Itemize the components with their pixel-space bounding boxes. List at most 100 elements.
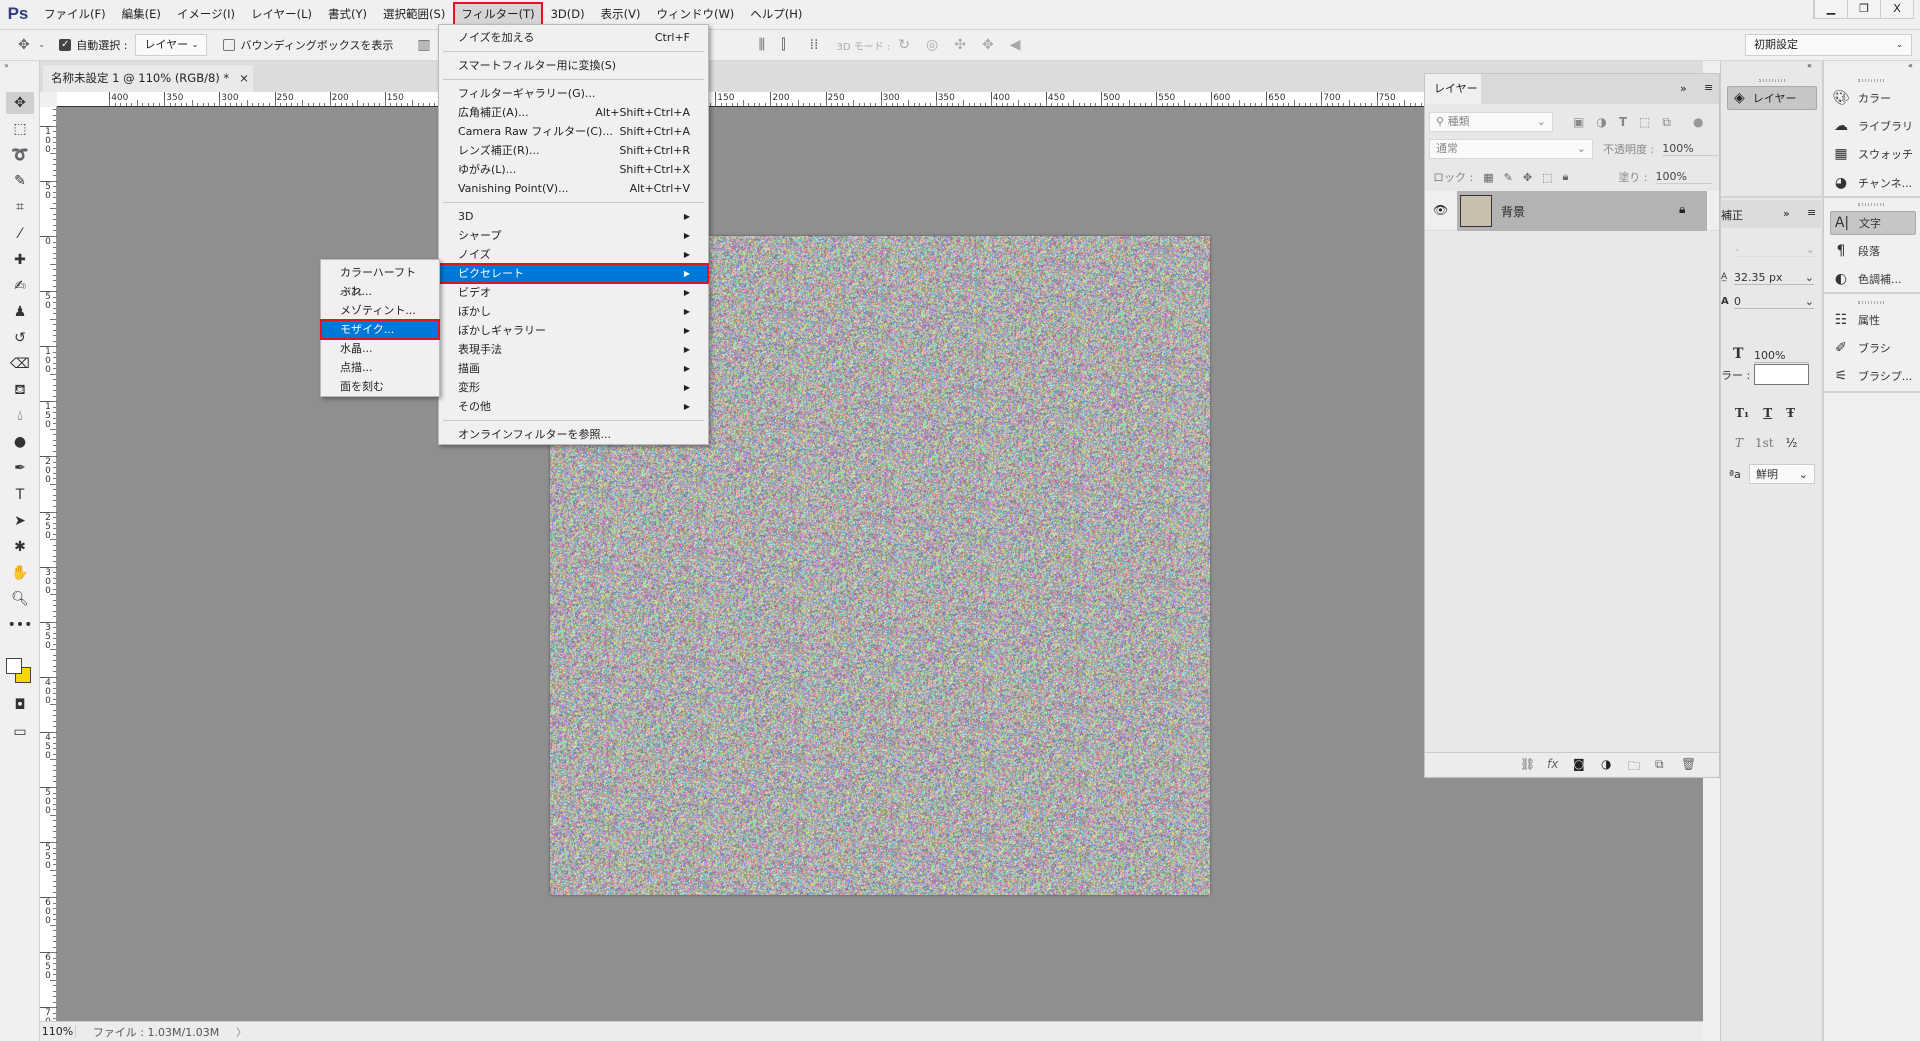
submenu-item[interactable]: 水晶... bbox=[321, 339, 439, 358]
pen-tool-icon[interactable]: ✒ bbox=[6, 457, 34, 479]
crop-tool-icon[interactable]: ⌗ bbox=[6, 196, 34, 218]
status-menu-arrow[interactable]: 〉 bbox=[236, 1024, 247, 1040]
new-layer-icon[interactable]: ⧉ bbox=[1655, 757, 1664, 772]
expand-toolbar-icon[interactable]: » bbox=[4, 61, 9, 70]
add-mask-icon[interactable]: ◙ bbox=[1573, 757, 1585, 771]
filter-menu-item[interactable]: ノイズ ▶ bbox=[439, 245, 708, 264]
3d-pan-icon[interactable]: ✣ bbox=[954, 37, 966, 53]
submenu-item[interactable]: 点描... bbox=[321, 358, 439, 377]
filter-menu-item[interactable]: その他 ▶ bbox=[439, 397, 708, 416]
delete-layer-icon[interactable]: 🗑︎ bbox=[1681, 757, 1696, 771]
dock-item-paragraph[interactable]: ¶ 段落 bbox=[1830, 239, 1916, 263]
filter-menu-item[interactable]: ゆがみ(L)... Shift+Ctrl+X bbox=[439, 160, 708, 179]
panel-menu-icon[interactable]: ≡ bbox=[1704, 81, 1713, 94]
zoom-tool-icon[interactable]: 🔍︎ bbox=[6, 588, 34, 610]
menu-4[interactable]: 書式(Y) bbox=[320, 2, 375, 26]
collapse-panel-icon[interactable]: » bbox=[1680, 82, 1687, 95]
filter-toggle[interactable]: ● bbox=[1693, 115, 1703, 129]
lasso-tool-icon[interactable]: ➰ bbox=[6, 144, 34, 166]
healing-brush-tool-icon[interactable]: ✚ bbox=[6, 249, 34, 271]
distribute-horizontal-icon[interactable]: ⫼ bbox=[759, 37, 765, 53]
close-button[interactable]: X bbox=[1880, 0, 1913, 18]
new-group-icon[interactable]: 🗀 bbox=[1628, 757, 1640, 778]
path-select-tool-icon[interactable]: ➤ bbox=[6, 510, 34, 532]
menu-2[interactable]: イメージ(I) bbox=[169, 2, 243, 26]
strikethrough-button[interactable]: Ŧ bbox=[1786, 406, 1795, 420]
lock-position-icon[interactable]: ✥ bbox=[1523, 171, 1532, 184]
filter-menu-item[interactable]: 描画 ▶ bbox=[439, 359, 708, 378]
auto-select-target-dropdown[interactable]: レイヤー ⌄ bbox=[135, 34, 208, 56]
fractions-button[interactable]: ½ bbox=[1786, 436, 1798, 450]
filter-menu-item[interactable]: ビデオ ▶ bbox=[439, 283, 708, 302]
restore-button[interactable]: ❐ bbox=[1847, 0, 1880, 18]
type-layer-filter-icon[interactable]: T bbox=[1619, 115, 1627, 129]
opacity-field[interactable]: 100% bbox=[1662, 142, 1719, 156]
dock-item-adjustments[interactable]: ◐ 色調補... bbox=[1830, 267, 1916, 291]
distribute-right-icon[interactable]: ⫿ bbox=[781, 37, 785, 53]
horizontal-scale-field[interactable]: 100% bbox=[1754, 349, 1809, 363]
layers-panel-button[interactable]: ◈ レイヤー bbox=[1727, 86, 1817, 110]
swash-button[interactable]: T bbox=[1735, 436, 1743, 450]
menu-7[interactable]: 3D(D) bbox=[543, 2, 593, 26]
panel-grip[interactable] bbox=[1858, 79, 1884, 82]
filter-menu-item[interactable]: ぼかしギャラリー ▶ bbox=[439, 321, 708, 340]
move-tool-icon[interactable]: ✥ bbox=[18, 37, 30, 53]
subscript-button[interactable]: T₁ bbox=[1735, 406, 1749, 420]
bounding-box-checkbox[interactable]: バウンディングボックスを表示 bbox=[223, 37, 393, 53]
underline-button[interactable]: T bbox=[1763, 406, 1772, 420]
layer-kind-filter-dropdown[interactable]: ⚲ 種類 ⌄ bbox=[1429, 112, 1553, 132]
font-style-dropdown[interactable]: - ⌄ bbox=[1735, 243, 1815, 257]
dock-item-grid[interactable]: ▦ スウォッチ bbox=[1830, 142, 1916, 166]
dock-item-palette[interactable]: 🎨︎ カラー bbox=[1830, 86, 1916, 110]
filter-menu-item[interactable]: ぼかし ▶ bbox=[439, 302, 708, 321]
dodge-tool-icon[interactable]: ● bbox=[6, 431, 34, 453]
foreground-color-swatch[interactable] bbox=[6, 658, 22, 674]
leading-field[interactable]: 32.35 px ⌄ bbox=[1734, 271, 1814, 285]
lock-paint-icon[interactable]: ✎ bbox=[1504, 171, 1513, 184]
minimize-button[interactable]: ▁ bbox=[1814, 0, 1847, 18]
lock-transparent-icon[interactable]: ▦ bbox=[1483, 171, 1493, 184]
submenu-item[interactable]: メゾティント... bbox=[321, 301, 439, 320]
layer-row[interactable]: 👁︎ 背景 🔒︎ bbox=[1425, 191, 1719, 231]
history-brush-tool-icon[interactable]: ↺ bbox=[6, 327, 34, 349]
dock-item-channels[interactable]: ◕ チャンネ... bbox=[1830, 171, 1916, 195]
submenu-item[interactable]: モザイク... bbox=[320, 319, 440, 340]
menu-5[interactable]: 選択範囲(S) bbox=[375, 2, 453, 26]
layer-name[interactable]: 背景 bbox=[1501, 203, 1525, 220]
panel-menu-icon[interactable]: ≡ bbox=[1807, 206, 1816, 219]
text-color-swatch[interactable] bbox=[1754, 364, 1809, 385]
filter-menu-item[interactable]: シャープ ▶ bbox=[439, 226, 708, 245]
brush-tool-icon[interactable]: ✍ bbox=[6, 275, 34, 297]
panel-grip[interactable] bbox=[1858, 203, 1884, 206]
submenu-item[interactable]: 面を刻む bbox=[321, 377, 439, 396]
eyedropper-tool-icon[interactable]: ⁄ bbox=[6, 223, 34, 245]
3d-scale-icon[interactable]: ◀ bbox=[1010, 37, 1021, 53]
visibility-eye-icon[interactable]: 👁︎ bbox=[1433, 203, 1448, 217]
tab-layers[interactable]: レイヤー bbox=[1425, 74, 1481, 104]
filter-menu-item[interactable]: レンズ補正(R)... Shift+Ctrl+R bbox=[439, 141, 708, 160]
fx-icon[interactable]: fx bbox=[1547, 757, 1558, 771]
type-tool-icon[interactable]: T bbox=[6, 484, 34, 506]
align-top-icon[interactable]: ▥ bbox=[417, 37, 430, 53]
marquee-tool-icon[interactable]: ⬚ bbox=[6, 118, 34, 140]
dock-item-cc-libraries[interactable]: ☁ ライブラリ bbox=[1830, 114, 1916, 138]
menu-3[interactable]: レイヤー(L) bbox=[243, 2, 320, 26]
menu-8[interactable]: 表示(V) bbox=[593, 2, 649, 26]
pixel-layer-filter-icon[interactable]: ▣ bbox=[1573, 115, 1584, 129]
menu-6[interactable]: フィルター(T) bbox=[453, 1, 543, 26]
chevron-down-icon[interactable]: ⌄ bbox=[38, 40, 46, 50]
shape-layer-filter-icon[interactable]: ⬚ bbox=[1639, 115, 1650, 129]
filter-menu-item[interactable]: フィルターギャラリー(G)... bbox=[439, 84, 708, 103]
dock-item-properties[interactable]: ☷ 属性 bbox=[1830, 308, 1916, 332]
submenu-item[interactable]: ぶれ bbox=[321, 282, 439, 301]
adjustment-layer-filter-icon[interactable]: ◑ bbox=[1596, 115, 1606, 129]
link-layers-icon[interactable]: ⛓ bbox=[1520, 757, 1535, 771]
menu-1[interactable]: 編集(E) bbox=[114, 2, 169, 26]
menu-0[interactable]: ファイル(F) bbox=[36, 2, 114, 26]
quick-mask-icon[interactable]: ◘ bbox=[6, 694, 34, 716]
vertical-ruler[interactable]: 1005005010015020025030035040045050055060… bbox=[40, 107, 57, 1036]
dock-item-brush-presets[interactable]: ⚟ ブラシプ... bbox=[1830, 364, 1916, 388]
zoom-level[interactable]: 110% bbox=[40, 1025, 76, 1038]
fill-field[interactable]: 100% bbox=[1655, 170, 1712, 184]
filter-menu-item[interactable]: ピクセレート ▶ bbox=[438, 263, 709, 284]
